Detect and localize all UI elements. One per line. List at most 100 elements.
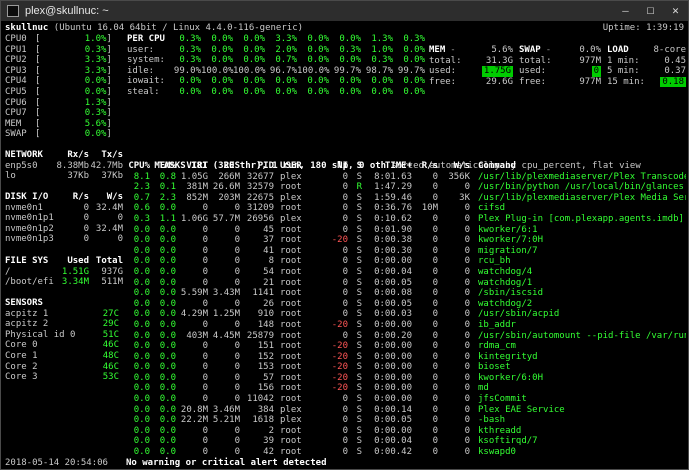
process-row: 0.0 0.0 0 0 39 root 0 S 0:00.04 0 0 ksof… <box>126 436 686 447</box>
quicklook-bar: CPU4 [ 0.0% ] <box>5 76 112 87</box>
proc-mem: 0.0 <box>159 298 176 309</box>
sensor-row: Core 2 46C <box>5 362 119 373</box>
proc-nice: -20 <box>331 383 348 394</box>
proc-read-rate: 0 <box>432 192 438 203</box>
proc-pid: 148 <box>257 319 274 330</box>
load-row-label: 1 min: <box>607 55 640 66</box>
mem-title: MEM <box>429 45 446 55</box>
load-row-label: 15 min: <box>607 76 645 87</box>
process-row: 8.1 0.8 1.05G 266M 32677 plex 0 S 8:01.6… <box>126 172 686 183</box>
percpu-value: 0.3% <box>179 44 201 55</box>
network-row: enp5s0 8.38Mb 42.7Mb <box>5 161 125 172</box>
titlebar[interactable]: plex@skullnuc: ~ ─ ☐ ✕ <box>1 1 688 21</box>
proc-user: plex <box>280 213 302 224</box>
col-read-rate: R/s <box>421 161 438 171</box>
proc-cpu: 0.0 <box>133 330 150 341</box>
disk-name: nvme0n1p3 <box>5 234 54 245</box>
network-rows: enp5s0 8.38Mb 42.7Mb lo 37Kb 37Kb <box>5 161 125 182</box>
percpu-value: 0.0% <box>211 86 233 97</box>
proc-nice: 0 <box>342 203 348 214</box>
proc-nice: 0 <box>342 447 348 458</box>
proc-mem: 0.0 <box>159 351 176 362</box>
proc-res: 0 <box>234 425 240 436</box>
proc-nice: 0 <box>342 266 348 277</box>
uptime-value: 1:39:19 <box>646 23 684 33</box>
percpu-value: 0.0% <box>275 76 297 87</box>
percpu-value: 3.3% <box>275 34 297 44</box>
quicklook-bar: CPU5 [ 0.0% ] <box>5 87 112 98</box>
proc-time: 0:00.00 <box>374 319 412 330</box>
terminal-screen[interactable]: skullnuc (Ubuntu 16.04 64bit / Linux 4.4… <box>1 21 688 469</box>
close-button[interactable]: ✕ <box>663 1 688 21</box>
minimize-button[interactable]: ─ <box>613 1 638 21</box>
mem-row-label: free: <box>429 76 457 87</box>
quicklook-value: 0.3% <box>84 108 107 119</box>
swap-row: used: 0 <box>519 66 601 77</box>
sensor-name: acpitz 2 <box>5 319 49 330</box>
proc-nice: -20 <box>331 235 348 246</box>
sensors-panel: SENSORS acpitz 1 27C acpitz 2 29C Physic… <box>5 298 119 383</box>
maximize-button[interactable]: ☐ <box>638 1 663 21</box>
proc-read-rate: 0 <box>432 404 438 415</box>
proc-pid: 25879 <box>246 330 274 341</box>
proc-virt: 0 <box>202 383 208 394</box>
rx-value: 8.38Mb <box>56 160 89 171</box>
proc-status: S <box>356 425 362 436</box>
process-row: 0.0 0.0 0 0 156 root -20 S 0:00.00 0 0 m… <box>126 383 686 394</box>
proc-time: 0:00.30 <box>374 245 412 256</box>
swap-header: SWAP - 0.0% <box>519 45 601 56</box>
diskio-panel: DISK I/O R/s W/s nvme0n1 0 32.4M nvme0n1… <box>5 192 125 245</box>
quicklook-value: 0.3% <box>84 44 107 55</box>
disk-read-value: 0 <box>83 202 89 213</box>
sensor-name: acpitz 1 <box>5 308 49 319</box>
fs-total-value: 937G <box>101 266 123 277</box>
proc-command: /sbin/iscsid <box>478 288 544 299</box>
disk-name: nvme0n1p1 <box>5 213 54 224</box>
proc-cpu: 0.0 <box>133 394 150 405</box>
percpu-value: 0.3% <box>371 55 393 66</box>
proc-pid: 2 <box>268 425 274 436</box>
proc-read-rate: 0 <box>432 171 438 182</box>
proc-res: 203M <box>218 192 240 203</box>
proc-virt: 0 <box>202 266 208 277</box>
percpu-value: 0.0% <box>211 34 233 44</box>
process-table: CPU% MEM% VIRT RES PID USER NI S TIME+ R… <box>126 161 686 458</box>
mem-row: used: 1.75G <box>429 66 513 77</box>
proc-mem: 0.0 <box>159 256 176 267</box>
percpu-value: 0.0% <box>179 86 201 97</box>
sensor-name: Physical id 0 <box>5 329 76 340</box>
proc-virt: 0 <box>202 256 208 267</box>
diskio-col-read: R/s <box>72 192 89 202</box>
quicklook-label: CPU5 <box>5 86 27 97</box>
diskio-rows: nvme0n1 0 32.4M nvme0n1p1 0 0 nvme0n1p2 … <box>5 203 125 245</box>
proc-mem: 0.0 <box>159 245 176 256</box>
proc-command: /usr/sbin/automount --pid-file /var/run/… <box>478 330 686 341</box>
process-row: 0.0 0.0 0 0 2 root 0 S 0:00.00 0 0 kthre… <box>126 426 686 437</box>
proc-user: root <box>280 394 302 405</box>
sensor-row: Core 1 48C <box>5 351 119 362</box>
proc-virt: 22.2M <box>180 415 208 426</box>
proc-res: 0 <box>234 362 240 373</box>
percpu-row: PER CPU 0.3% 0.0% 0.0% 3.3% 0.0% 0.0% 1.… <box>127 34 425 45</box>
proc-nice: 0 <box>342 404 348 415</box>
proc-user: plex <box>280 415 302 426</box>
proc-mem: 0.1 <box>159 182 176 193</box>
proc-pid: 151 <box>257 341 274 352</box>
percpu-value: 0.0% <box>179 76 201 87</box>
proc-virt: 1.05G <box>180 171 208 182</box>
proc-mem: 2.3 <box>159 192 176 203</box>
percpu-value: 0.0% <box>403 76 425 87</box>
proc-read-rate: 0 <box>432 425 438 436</box>
proc-nice: 0 <box>342 288 348 299</box>
load-row-label: 5 min: <box>607 66 640 77</box>
percpu-row-label: steal: <box>127 86 160 97</box>
col-cpu-percent: CPU% <box>128 161 150 171</box>
proc-virt: 5.59M <box>180 288 208 299</box>
bar-close-bracket: ] <box>106 97 112 108</box>
proc-res: 3.43M <box>212 288 240 299</box>
proc-status: S <box>356 330 362 341</box>
proc-virt: 0 <box>202 245 208 256</box>
proc-virt: 0 <box>202 372 208 383</box>
proc-nice: 0 <box>342 394 348 405</box>
bar-close-bracket: ] <box>106 55 112 66</box>
